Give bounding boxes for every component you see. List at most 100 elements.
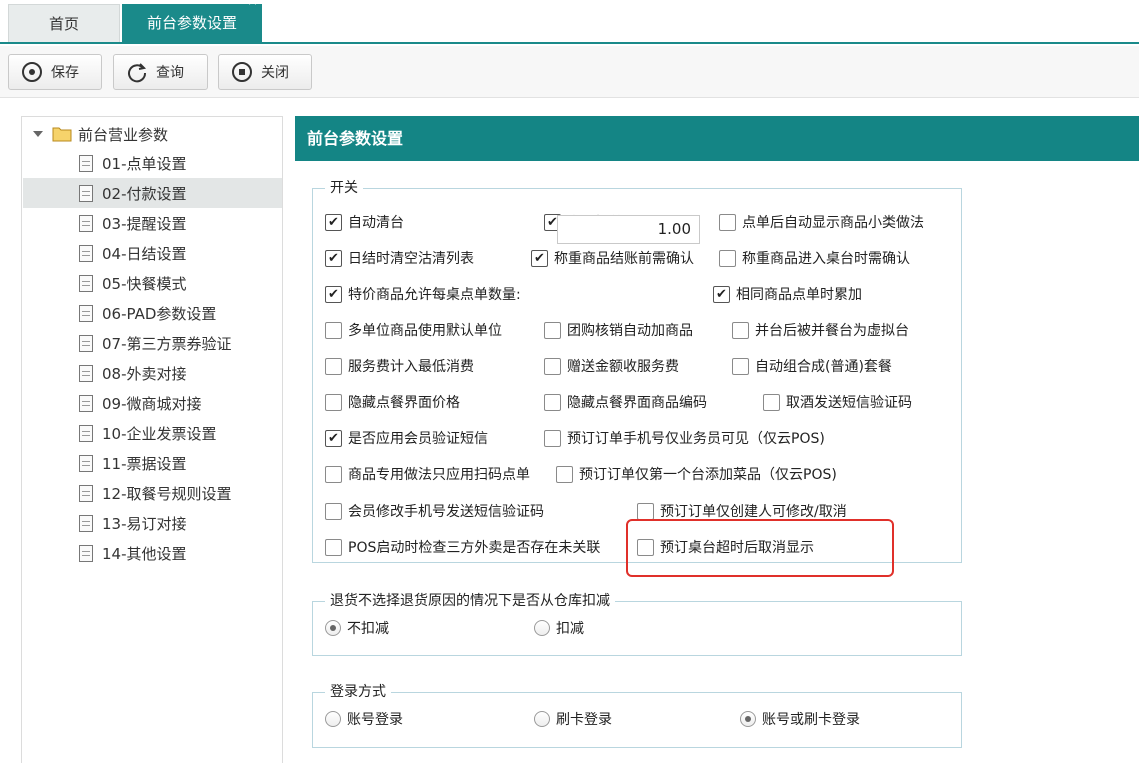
checkbox-label: 服务费计入最低消费 xyxy=(348,359,474,375)
checkbox-unchecked-icon[interactable] xyxy=(732,321,749,339)
checkbox-unchecked-icon[interactable] xyxy=(325,465,342,483)
checkbox-unchecked-icon[interactable] xyxy=(325,538,342,556)
switch-checkbox[interactable]: 是否应用会员验证短信 xyxy=(325,427,488,449)
switch-checkbox[interactable]: 相同商品点单时累加 xyxy=(713,283,862,305)
switch-checkbox[interactable]: 商品专用做法只应用扫码点单 xyxy=(325,463,530,485)
tree-item[interactable]: 07-第三方票券验证 xyxy=(23,328,282,358)
switch-checkbox[interactable]: 多单位商品使用默认单位 xyxy=(325,319,502,341)
checkbox-checked-icon[interactable] xyxy=(531,249,548,267)
radio-unselected-icon[interactable] xyxy=(325,711,341,727)
tree-item[interactable]: 09-微商城对接 xyxy=(23,388,282,418)
switch-checkbox[interactable]: 自动组合成(普通)套餐 xyxy=(732,355,892,377)
switch-checkbox[interactable]: 预订订单手机号仅业务员可见（仅云POS) xyxy=(544,427,825,449)
switch-checkbox[interactable]: 并台后被并餐台为虚拟台 xyxy=(732,319,909,341)
checkbox-label: 团购核销自动加商品 xyxy=(567,323,693,339)
tab-home[interactable]: 首页 xyxy=(8,4,120,42)
tree-item-label: 07-第三方票券验证 xyxy=(102,334,232,353)
switch-checkbox[interactable]: 称重商品进入桌台时需确认 xyxy=(719,247,910,269)
checkbox-unchecked-icon[interactable] xyxy=(763,393,780,411)
checkbox-label: 点单后自动显示商品小类做法 xyxy=(742,215,924,231)
tree-item-label: 08-外卖对接 xyxy=(102,364,187,383)
save-label: 保存 xyxy=(51,65,79,81)
tree-item[interactable]: 08-外卖对接 xyxy=(23,358,282,388)
radio-label: 不扣减 xyxy=(347,621,389,637)
switch-checkbox[interactable]: 会员修改手机号发送短信验证码 xyxy=(325,500,544,522)
switch-checkbox[interactable]: 团购核销自动加商品 xyxy=(544,319,693,341)
checkbox-label: 预订订单仅第一个台添加菜品（仅云POS) xyxy=(579,467,837,483)
tree-item-label: 09-微商城对接 xyxy=(102,394,202,413)
tab-frontdesk-settings[interactable]: 前台参数设置 × xyxy=(122,0,262,42)
tree-root[interactable]: 前台营业参数 xyxy=(32,121,168,147)
checkbox-unchecked-icon[interactable] xyxy=(325,393,342,411)
radio-option[interactable]: 不扣减 xyxy=(325,617,389,639)
checkbox-unchecked-icon[interactable] xyxy=(325,321,342,339)
radio-option[interactable]: 账号登录 xyxy=(325,708,403,730)
switch-checkbox[interactable]: 服务费计入最低消费 xyxy=(325,355,474,377)
tree-item-label: 04-日结设置 xyxy=(102,244,187,263)
tree-item[interactable]: 02-付款设置 xyxy=(23,178,282,208)
tree-item[interactable]: 10-企业发票设置 xyxy=(23,418,282,448)
checkbox-unchecked-icon[interactable] xyxy=(544,429,561,447)
folder-icon xyxy=(52,127,72,142)
tree-item-label: 13-易订对接 xyxy=(102,514,187,533)
return-group: 退货不选择退货原因的情况下是否从仓库扣减 xyxy=(312,592,962,656)
switch-checkbox[interactable]: 隐藏点餐界面商品编码 xyxy=(544,391,707,413)
close-icon[interactable]: × xyxy=(247,0,258,12)
checkbox-unchecked-icon[interactable] xyxy=(556,465,573,483)
radio-option[interactable]: 刷卡登录 xyxy=(534,708,612,730)
checkbox-label: 预订订单手机号仅业务员可见（仅云POS) xyxy=(567,431,825,447)
close-button[interactable]: 关闭 xyxy=(218,54,312,90)
radio-unselected-icon[interactable] xyxy=(534,620,550,636)
radio-unselected-icon[interactable] xyxy=(534,711,550,727)
checkbox-unchecked-icon[interactable] xyxy=(719,213,736,231)
tree-item[interactable]: 14-其他设置 xyxy=(23,538,282,568)
main-panel: 前台参数设置 开关 自动清台启用划单点单后自动显示商品小类做法日结时清空沽清列表… xyxy=(295,116,1139,763)
switch-checkbox[interactable]: 特价商品允许每桌点单数量: xyxy=(325,283,521,305)
radio-selected-icon[interactable] xyxy=(740,711,756,727)
page-title: 前台参数设置 xyxy=(295,116,1139,161)
checkbox-label: 赠送金额收服务费 xyxy=(567,359,679,375)
checkbox-unchecked-icon[interactable] xyxy=(637,502,654,520)
tree-item[interactable]: 03-提醒设置 xyxy=(23,208,282,238)
checkbox-checked-icon[interactable] xyxy=(713,285,730,303)
save-button[interactable]: 保存 xyxy=(8,54,102,90)
radio-option[interactable]: 账号或刷卡登录 xyxy=(740,708,860,730)
checkbox-unchecked-icon[interactable] xyxy=(719,249,736,267)
switch-checkbox[interactable]: 赠送金额收服务费 xyxy=(544,355,679,377)
checkbox-unchecked-icon[interactable] xyxy=(732,357,749,375)
switch-checkbox[interactable]: 自动清台 xyxy=(325,211,404,233)
checkbox-unchecked-icon[interactable] xyxy=(544,357,561,375)
tree-item-label: 03-提醒设置 xyxy=(102,214,187,233)
tree-item[interactable]: 04-日结设置 xyxy=(23,238,282,268)
switch-checkbox[interactable]: 隐藏点餐界面价格 xyxy=(325,391,460,413)
tree-item[interactable]: 01-点单设置 xyxy=(23,148,282,178)
tree-item[interactable]: 12-取餐号规则设置 xyxy=(23,478,282,508)
tree-item[interactable]: 06-PAD参数设置 xyxy=(23,298,282,328)
switch-checkbox[interactable]: 日结时清空沽清列表 xyxy=(325,247,474,269)
checkbox-unchecked-icon[interactable] xyxy=(325,357,342,375)
tree-item[interactable]: 11-票据设置 xyxy=(23,448,282,478)
checkbox-unchecked-icon[interactable] xyxy=(544,321,561,339)
checkbox-unchecked-icon[interactable] xyxy=(325,502,342,520)
radio-option[interactable]: 扣减 xyxy=(534,617,584,639)
checkbox-checked-icon[interactable] xyxy=(325,285,342,303)
tree-item-label: 06-PAD参数设置 xyxy=(102,304,217,323)
radio-selected-icon[interactable] xyxy=(325,620,341,636)
switch-checkbox[interactable]: 取酒发送短信验证码 xyxy=(763,391,912,413)
checkbox-label: 自动组合成(普通)套餐 xyxy=(755,359,892,375)
checkbox-label: 自动清台 xyxy=(348,215,404,231)
checkbox-checked-icon[interactable] xyxy=(325,249,342,267)
tree-item[interactable]: 13-易订对接 xyxy=(23,508,282,538)
checkbox-unchecked-icon[interactable] xyxy=(544,393,561,411)
checkbox-checked-icon[interactable] xyxy=(325,429,342,447)
special-quantity-input[interactable]: 1.00 xyxy=(557,215,700,244)
switch-checkbox[interactable]: 点单后自动显示商品小类做法 xyxy=(719,211,924,233)
switch-checkbox[interactable]: POS启动时检查三方外卖是否存在未关联 xyxy=(325,536,600,558)
query-button[interactable]: 查询 xyxy=(113,54,208,90)
tree-item[interactable]: 05-快餐模式 xyxy=(23,268,282,298)
tree-root-label: 前台营业参数 xyxy=(78,125,169,144)
checkbox-checked-icon[interactable] xyxy=(325,213,342,231)
toolbar: 保存 查询 关闭 xyxy=(0,46,1139,98)
switch-checkbox[interactable]: 预订订单仅第一个台添加菜品（仅云POS) xyxy=(556,463,837,485)
switch-checkbox[interactable]: 称重商品结账前需确认 xyxy=(531,247,694,269)
